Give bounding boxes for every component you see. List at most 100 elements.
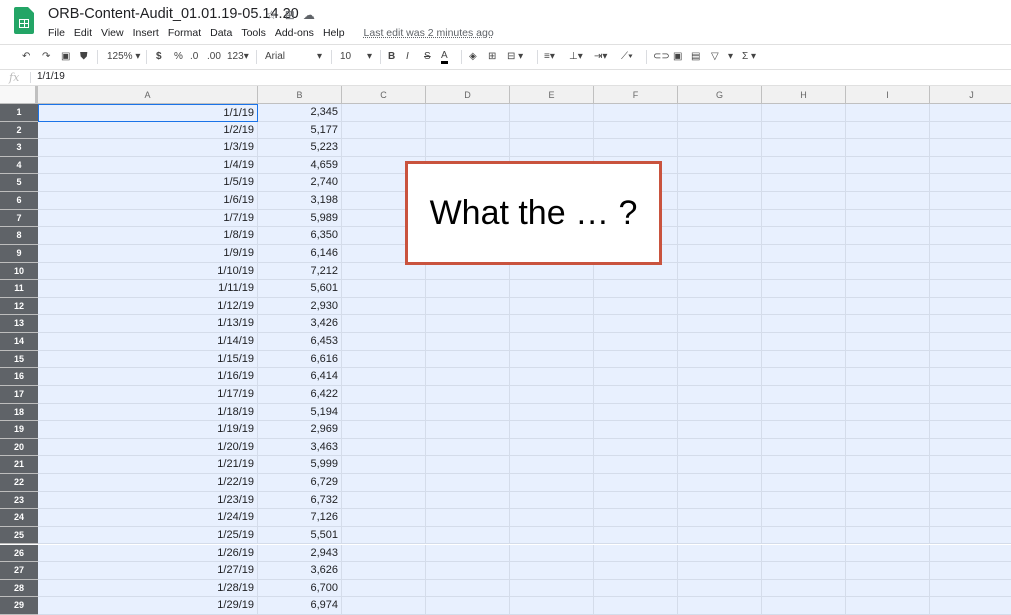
cell-b18[interactable]: 5,194 [258, 403, 342, 422]
cell-i7[interactable] [846, 209, 930, 228]
cell-c18[interactable] [342, 403, 426, 422]
cell-e18[interactable] [510, 403, 594, 422]
cell-c23[interactable] [342, 491, 426, 510]
cell-d21[interactable] [426, 456, 510, 474]
cell-c20[interactable] [342, 438, 426, 457]
cell-e24[interactable] [510, 509, 594, 527]
cell-g23[interactable] [678, 491, 762, 510]
cell-d12[interactable] [426, 297, 510, 316]
cell-a17[interactable]: 1/17/19 [38, 385, 258, 404]
column-header-h[interactable]: H [762, 86, 846, 104]
cell-d29[interactable] [426, 597, 510, 615]
cell-a26[interactable]: 1/26/19 [38, 544, 258, 563]
cell-c1[interactable] [342, 104, 426, 122]
row-header[interactable]: 16 [0, 368, 38, 386]
cell-e14[interactable] [510, 333, 594, 351]
column-header-a[interactable]: A [38, 86, 258, 104]
cell-j17[interactable] [930, 385, 1011, 404]
cell-i3[interactable] [846, 139, 930, 157]
cell-e25[interactable] [510, 526, 594, 545]
cell-e17[interactable] [510, 385, 594, 404]
italic-button[interactable]: I [406, 50, 409, 64]
cell-j16[interactable] [930, 368, 1011, 386]
cell-e20[interactable] [510, 438, 594, 457]
cell-a10[interactable]: 1/10/19 [38, 262, 258, 281]
zoom-select[interactable]: 125% ▾ [107, 50, 140, 64]
cell-f29[interactable] [594, 597, 678, 615]
last-edit-link[interactable]: Last edit was 2 minutes ago [364, 27, 494, 39]
cell-b19[interactable]: 2,969 [258, 421, 342, 439]
cell-i14[interactable] [846, 333, 930, 351]
cell-g10[interactable] [678, 262, 762, 281]
menu-insert[interactable]: Insert [133, 27, 159, 39]
cell-a2[interactable]: 1/2/19 [38, 121, 258, 140]
row-header[interactable]: 12 [0, 297, 38, 316]
cell-c16[interactable] [342, 368, 426, 386]
cell-b16[interactable]: 6,414 [258, 368, 342, 386]
cell-a24[interactable]: 1/24/19 [38, 509, 258, 527]
cell-a13[interactable]: 1/13/19 [38, 315, 258, 334]
cell-g1[interactable] [678, 104, 762, 122]
cell-j10[interactable] [930, 262, 1011, 281]
cell-e23[interactable] [510, 491, 594, 510]
column-header-g[interactable]: G [678, 86, 762, 104]
callout-text-box[interactable]: What the … ? [405, 161, 662, 265]
row-header[interactable]: 23 [0, 491, 38, 510]
cell-g13[interactable] [678, 315, 762, 334]
undo-icon[interactable]: ↶ [22, 50, 30, 64]
cell-h5[interactable] [762, 174, 846, 193]
cell-i27[interactable] [846, 562, 930, 580]
cell-a1[interactable]: 1/1/19 [38, 104, 258, 122]
cell-a14[interactable]: 1/14/19 [38, 333, 258, 351]
cell-h17[interactable] [762, 385, 846, 404]
cell-j2[interactable] [930, 121, 1011, 140]
functions-button[interactable]: Σ ▾ [742, 50, 756, 64]
cell-e27[interactable] [510, 562, 594, 580]
row-header[interactable]: 11 [0, 280, 38, 298]
row-header[interactable]: 29 [0, 597, 38, 615]
row-header[interactable]: 8 [0, 227, 38, 245]
cell-d24[interactable] [426, 509, 510, 527]
cell-c11[interactable] [342, 280, 426, 298]
cell-j14[interactable] [930, 333, 1011, 351]
row-header[interactable]: 13 [0, 315, 38, 334]
decrease-decimal-button[interactable]: .0 [190, 50, 198, 64]
cell-j6[interactable] [930, 192, 1011, 210]
cell-i22[interactable] [846, 474, 930, 492]
cell-b15[interactable]: 6,616 [258, 350, 342, 369]
cell-h16[interactable] [762, 368, 846, 386]
row-header[interactable]: 18 [0, 403, 38, 422]
row-header[interactable]: 26 [0, 544, 38, 563]
cell-a5[interactable]: 1/5/19 [38, 174, 258, 193]
cell-j21[interactable] [930, 456, 1011, 474]
currency-format-button[interactable]: $ [156, 50, 162, 64]
cell-b12[interactable]: 2,930 [258, 297, 342, 316]
cell-b26[interactable]: 2,943 [258, 544, 342, 563]
cell-j8[interactable] [930, 227, 1011, 245]
cell-j26[interactable] [930, 544, 1011, 563]
cell-a6[interactable]: 1/6/19 [38, 192, 258, 210]
row-header[interactable]: 24 [0, 509, 38, 527]
cell-f19[interactable] [594, 421, 678, 439]
cell-i6[interactable] [846, 192, 930, 210]
cell-b5[interactable]: 2,740 [258, 174, 342, 193]
row-header[interactable]: 22 [0, 474, 38, 492]
cell-f16[interactable] [594, 368, 678, 386]
cell-g20[interactable] [678, 438, 762, 457]
cell-j28[interactable] [930, 579, 1011, 598]
cell-e15[interactable] [510, 350, 594, 369]
text-color-button[interactable]: A [441, 50, 448, 64]
cell-h8[interactable] [762, 227, 846, 245]
percent-format-button[interactable]: % [174, 50, 183, 64]
cell-j22[interactable] [930, 474, 1011, 492]
cell-g17[interactable] [678, 385, 762, 404]
cell-a9[interactable]: 1/9/19 [38, 244, 258, 263]
cell-e10[interactable] [510, 262, 594, 281]
cell-b14[interactable]: 6,453 [258, 333, 342, 351]
cell-b25[interactable]: 5,501 [258, 526, 342, 545]
cell-a20[interactable]: 1/20/19 [38, 438, 258, 457]
cell-h24[interactable] [762, 509, 846, 527]
cell-d14[interactable] [426, 333, 510, 351]
cell-f28[interactable] [594, 579, 678, 598]
cell-b13[interactable]: 3,426 [258, 315, 342, 334]
